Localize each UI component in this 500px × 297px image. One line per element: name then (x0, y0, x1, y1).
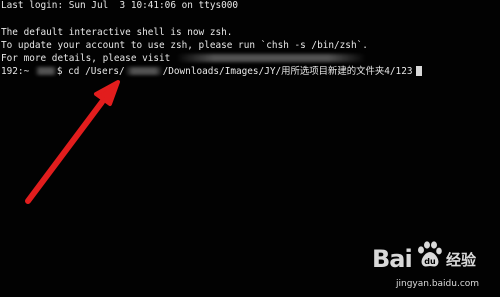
watermark-brand: Bai (372, 245, 413, 273)
baidu-paw-icon: du (418, 241, 442, 267)
baidu-jingyan-watermark: Bai du 经验 jingyan.baidu.com (372, 235, 492, 295)
watermark-url: jingyan.baidu.com (396, 279, 480, 289)
svg-text:du: du (424, 257, 436, 266)
watermark-experience: 经验 (446, 251, 477, 269)
